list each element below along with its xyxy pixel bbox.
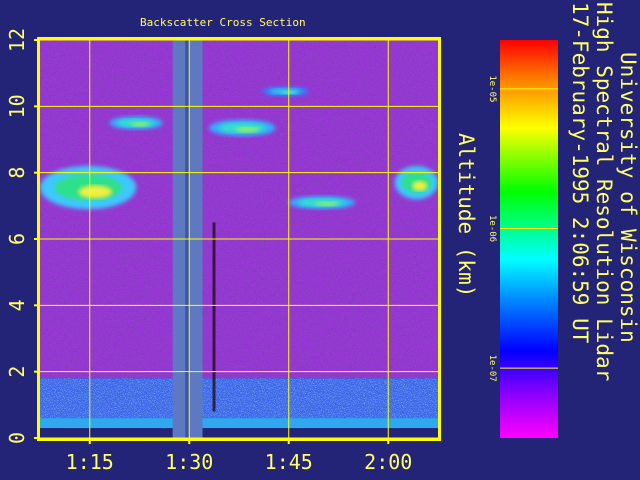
y-tick-label-6: 12 — [5, 28, 29, 52]
plot-area: 0 2 4 6 8 10 12 1:15 1:30 1:45 2:00 1e-05 1e-06 1e-… — [5, 28, 558, 474]
background-noise — [40, 40, 438, 379]
cloud-peak-5 — [315, 201, 339, 206]
colorbar-tick-label-1: 1e-06 — [487, 215, 497, 242]
cloud-peak-3 — [235, 127, 259, 133]
lidar-figure: Backscatter Cross Section 0 2 4 6 8 10 1… — [0, 0, 640, 480]
x-tick-label-0: 1:15 — [66, 450, 114, 474]
y-tick-label-2: 4 — [5, 299, 29, 311]
colorbar-tick-label-2: 1e-07 — [487, 355, 497, 382]
colorbar-tick-label-0: 1e-05 — [487, 75, 497, 102]
x-tick-label-1: 1:30 — [165, 450, 213, 474]
x-tick-label-2: 1:45 — [265, 450, 313, 474]
y-axis-label: Altitude (km) — [454, 133, 478, 298]
x-tick-label-3: 2:00 — [364, 450, 412, 474]
cloud-peak-6 — [412, 180, 428, 191]
surface-layer — [40, 418, 438, 429]
y-tick-label-1: 2 — [5, 366, 29, 378]
header-datetime: 17-February-1995 2:06:59 UT — [568, 2, 592, 344]
colorbar — [500, 40, 558, 438]
boundary-layer-noise — [40, 378, 438, 419]
y-tick-label-0: 0 — [5, 432, 29, 444]
y-tick-label-3: 6 — [5, 233, 29, 245]
signal-streak — [212, 222, 216, 412]
header-instrument: High Spectral Resolution Lidar — [592, 2, 616, 382]
y-tick-label-4: 8 — [5, 167, 29, 179]
header-institution: University of Wisconsin — [616, 52, 640, 343]
cloud-peak-2 — [130, 122, 150, 127]
y-tick-label-5: 10 — [5, 94, 29, 118]
cloud-peak-1 — [78, 185, 113, 199]
